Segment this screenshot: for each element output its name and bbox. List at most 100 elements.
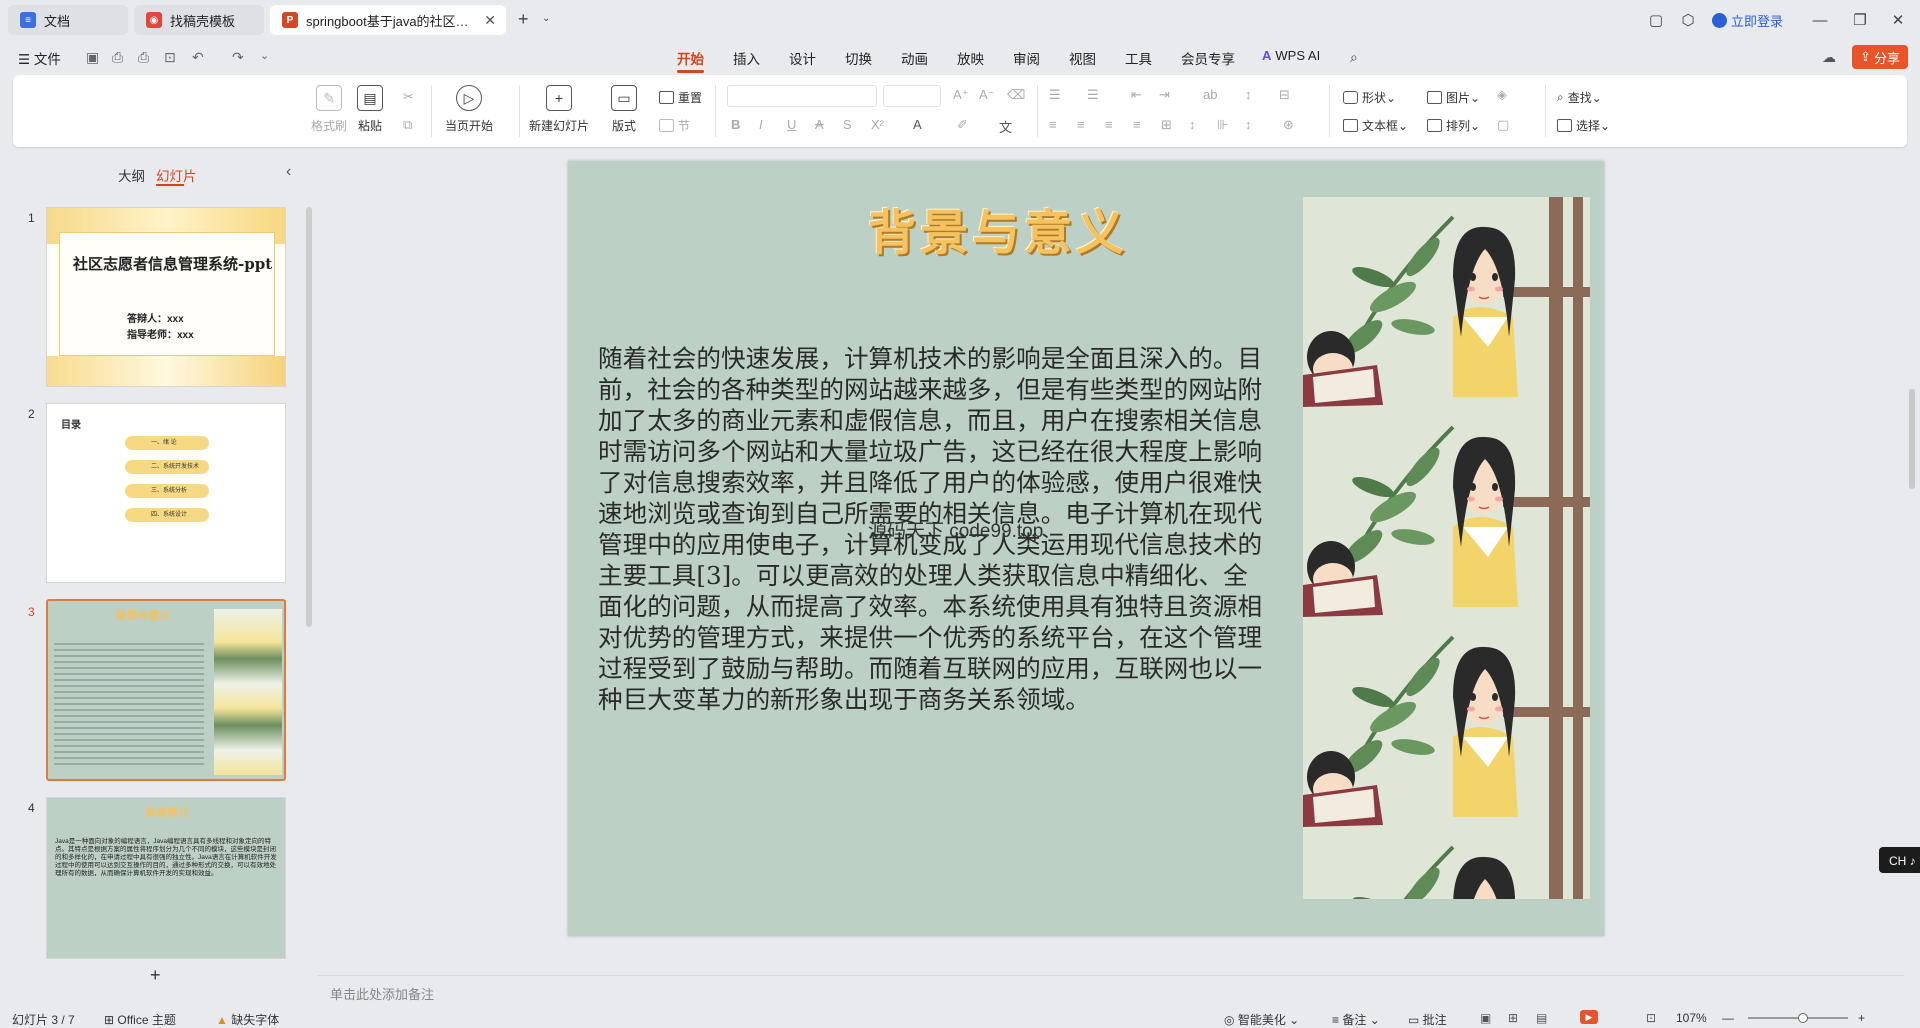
shrink-font-icon[interactable]: A⁻: [979, 87, 995, 103]
picture-button[interactable]: 图片 ⌄: [1427, 89, 1480, 106]
menu-member[interactable]: 会员专享: [1181, 48, 1235, 68]
fill-icon[interactable]: ◈: [1497, 87, 1507, 103]
menu-slideshow[interactable]: 放映: [957, 48, 984, 68]
normal-view-icon[interactable]: ▣: [1480, 1011, 1491, 1025]
superscript-icon[interactable]: X²: [871, 117, 884, 132]
select-button[interactable]: 选择 ⌄: [1557, 117, 1610, 134]
smart-art-icon[interactable]: ⊛: [1283, 117, 1294, 133]
play-slideshow-icon[interactable]: ▶: [1580, 1010, 1598, 1024]
sorter-view-icon[interactable]: ⊞: [1508, 1011, 1518, 1025]
zoom-level[interactable]: 107%: [1676, 1011, 1707, 1025]
reading-view-icon[interactable]: ▤: [1536, 1011, 1547, 1025]
menu-tools[interactable]: 工具: [1125, 48, 1152, 68]
menu-transition[interactable]: 切换: [845, 48, 872, 68]
outline-icon[interactable]: ▢: [1497, 117, 1509, 133]
paragraph-spacing-icon[interactable]: ↕: [1245, 117, 1252, 132]
menu-insert[interactable]: 插入: [733, 48, 760, 68]
arrange-button[interactable]: 排列 ⌄: [1427, 117, 1480, 134]
copy-icon[interactable]: ⧉: [403, 117, 412, 133]
play-from-current-button[interactable]: ▷ 当页开始: [445, 85, 493, 134]
menu-home[interactable]: 开始: [677, 48, 704, 73]
zoom-in-icon[interactable]: +: [1858, 1011, 1865, 1025]
sort-icon[interactable]: ↕: [1245, 87, 1252, 102]
menu-review[interactable]: 审阅: [1013, 48, 1040, 68]
tab-ppt-active[interactable]: P springboot基于java的社区… ✕: [270, 5, 506, 35]
undo-icon[interactable]: ↶: [192, 49, 204, 66]
panel-scrollbar[interactable]: [306, 207, 312, 627]
tab-list-chevron-icon[interactable]: ⌄: [542, 13, 550, 24]
zoom-slider[interactable]: [1748, 1013, 1848, 1023]
strikethrough-icon[interactable]: A: [815, 117, 824, 132]
outline-tab[interactable]: 大纲: [118, 165, 145, 185]
preview-icon[interactable]: ⊡: [164, 49, 176, 66]
current-slide[interactable]: 背景与意义 随着社会的快速发展，计算机技术的影响是全面且深入的。目前，社会的各种…: [568, 161, 1604, 936]
paste-button[interactable]: ▤ 粘贴: [357, 85, 383, 134]
underline-icon[interactable]: U: [787, 117, 796, 132]
export-icon[interactable]: ⎙: [112, 49, 123, 66]
distribute-icon[interactable]: ⊞: [1161, 117, 1172, 133]
font-family-select[interactable]: [727, 85, 877, 107]
highlight-icon[interactable]: ✐: [957, 117, 968, 133]
zoom-slider-thumb[interactable]: [1798, 1013, 1808, 1023]
menu-design[interactable]: 设计: [789, 48, 816, 68]
decrease-indent-icon[interactable]: ⇤: [1131, 87, 1142, 103]
shape-button[interactable]: 形状 ⌄: [1343, 89, 1396, 106]
align-text-icon[interactable]: ⊟: [1279, 87, 1290, 103]
new-slide-button[interactable]: + 新建幻灯片: [529, 85, 589, 134]
ime-indicator[interactable]: CH ♪ 简: [1879, 847, 1920, 873]
textbox-button[interactable]: 文本框 ⌄: [1343, 117, 1408, 134]
text-direction-icon[interactable]: ab: [1203, 87, 1217, 102]
menu-animation[interactable]: 动画: [901, 48, 928, 68]
grow-font-icon[interactable]: A⁺: [953, 87, 969, 103]
theme-indicator[interactable]: ⊞ Office 主题: [104, 1011, 176, 1028]
zoom-out-icon[interactable]: —: [1722, 1011, 1734, 1025]
cut-icon[interactable]: ✂: [403, 89, 414, 105]
slides-tab[interactable]: 幻灯片: [156, 165, 197, 185]
add-slide-icon[interactable]: +: [150, 965, 161, 986]
print-icon[interactable]: ⎙: [138, 49, 149, 66]
columns-icon[interactable]: ⊪: [1217, 117, 1228, 133]
more-chevron-icon[interactable]: ⌄: [260, 49, 269, 62]
search-icon[interactable]: ⌕: [1350, 49, 1358, 66]
collapse-panel-icon[interactable]: ‹: [286, 163, 291, 181]
save-icon[interactable]: ▣: [86, 49, 99, 66]
beautify-button[interactable]: ◎ 智能美化 ⌄: [1224, 1011, 1299, 1028]
reset-button[interactable]: 重置: [659, 89, 702, 106]
tab-template[interactable]: ◉ 找稿壳模板: [134, 5, 264, 35]
illustration-image[interactable]: [1303, 197, 1590, 899]
slide-thumb-2[interactable]: 目录 一、绪 论 二、系统开发技术 三、系统分析 四、系统设计: [46, 403, 286, 583]
notes-button[interactable]: ≡ 备注 ⌄: [1332, 1011, 1380, 1028]
redo-icon[interactable]: ↷: [232, 49, 244, 66]
tab-doc[interactable]: ≡ 文档: [8, 5, 128, 35]
shadow-icon[interactable]: S: [843, 117, 852, 132]
file-menu[interactable]: ☰ 文件: [18, 48, 61, 68]
character-spacing-icon[interactable]: 文: [999, 117, 1012, 136]
slide-thumb-1[interactable]: 社区志愿者信息管理系统-ppt 答辩人：xxx 指导老师：xxx: [46, 207, 286, 387]
cloud-icon[interactable]: ☁: [1822, 49, 1836, 66]
slide-thumb-3-active[interactable]: 背景与意义: [46, 599, 286, 781]
menu-view[interactable]: 视图: [1069, 48, 1096, 68]
wps-ai-button[interactable]: A WPS AI: [1262, 48, 1320, 63]
comments-button[interactable]: ▭ 批注: [1408, 1011, 1447, 1028]
font-color-icon[interactable]: A: [913, 117, 922, 132]
italic-icon[interactable]: I: [759, 117, 763, 132]
close-window-icon[interactable]: ✕: [1878, 0, 1918, 40]
bold-icon[interactable]: B: [731, 117, 740, 132]
login-button[interactable]: 立即登录: [1712, 11, 1783, 30]
slide-title[interactable]: 背景与意义: [838, 193, 1158, 263]
increase-indent-icon[interactable]: ⇥: [1159, 87, 1170, 103]
missing-font-indicator[interactable]: ▲ 缺失字体: [216, 1011, 279, 1028]
font-size-select[interactable]: [883, 85, 941, 107]
align-left-icon[interactable]: ≡: [1049, 117, 1057, 132]
share-button[interactable]: ⇪ 分享: [1852, 45, 1908, 69]
format-painter-button[interactable]: ✎ 格式刷: [311, 85, 347, 134]
layout-button[interactable]: ▭ 版式: [611, 85, 637, 134]
restore-icon[interactable]: ❐: [1840, 0, 1880, 40]
cube-icon[interactable]: ⬡: [1668, 0, 1708, 40]
numbered-list-icon[interactable]: ☰: [1087, 87, 1099, 103]
line-spacing-icon[interactable]: ↕: [1189, 117, 1196, 132]
new-tab-icon[interactable]: +: [518, 9, 529, 30]
clear-format-icon[interactable]: ⌫: [1007, 87, 1025, 103]
section-button[interactable]: 节: [659, 117, 690, 134]
bullet-list-icon[interactable]: ☰: [1049, 87, 1061, 103]
